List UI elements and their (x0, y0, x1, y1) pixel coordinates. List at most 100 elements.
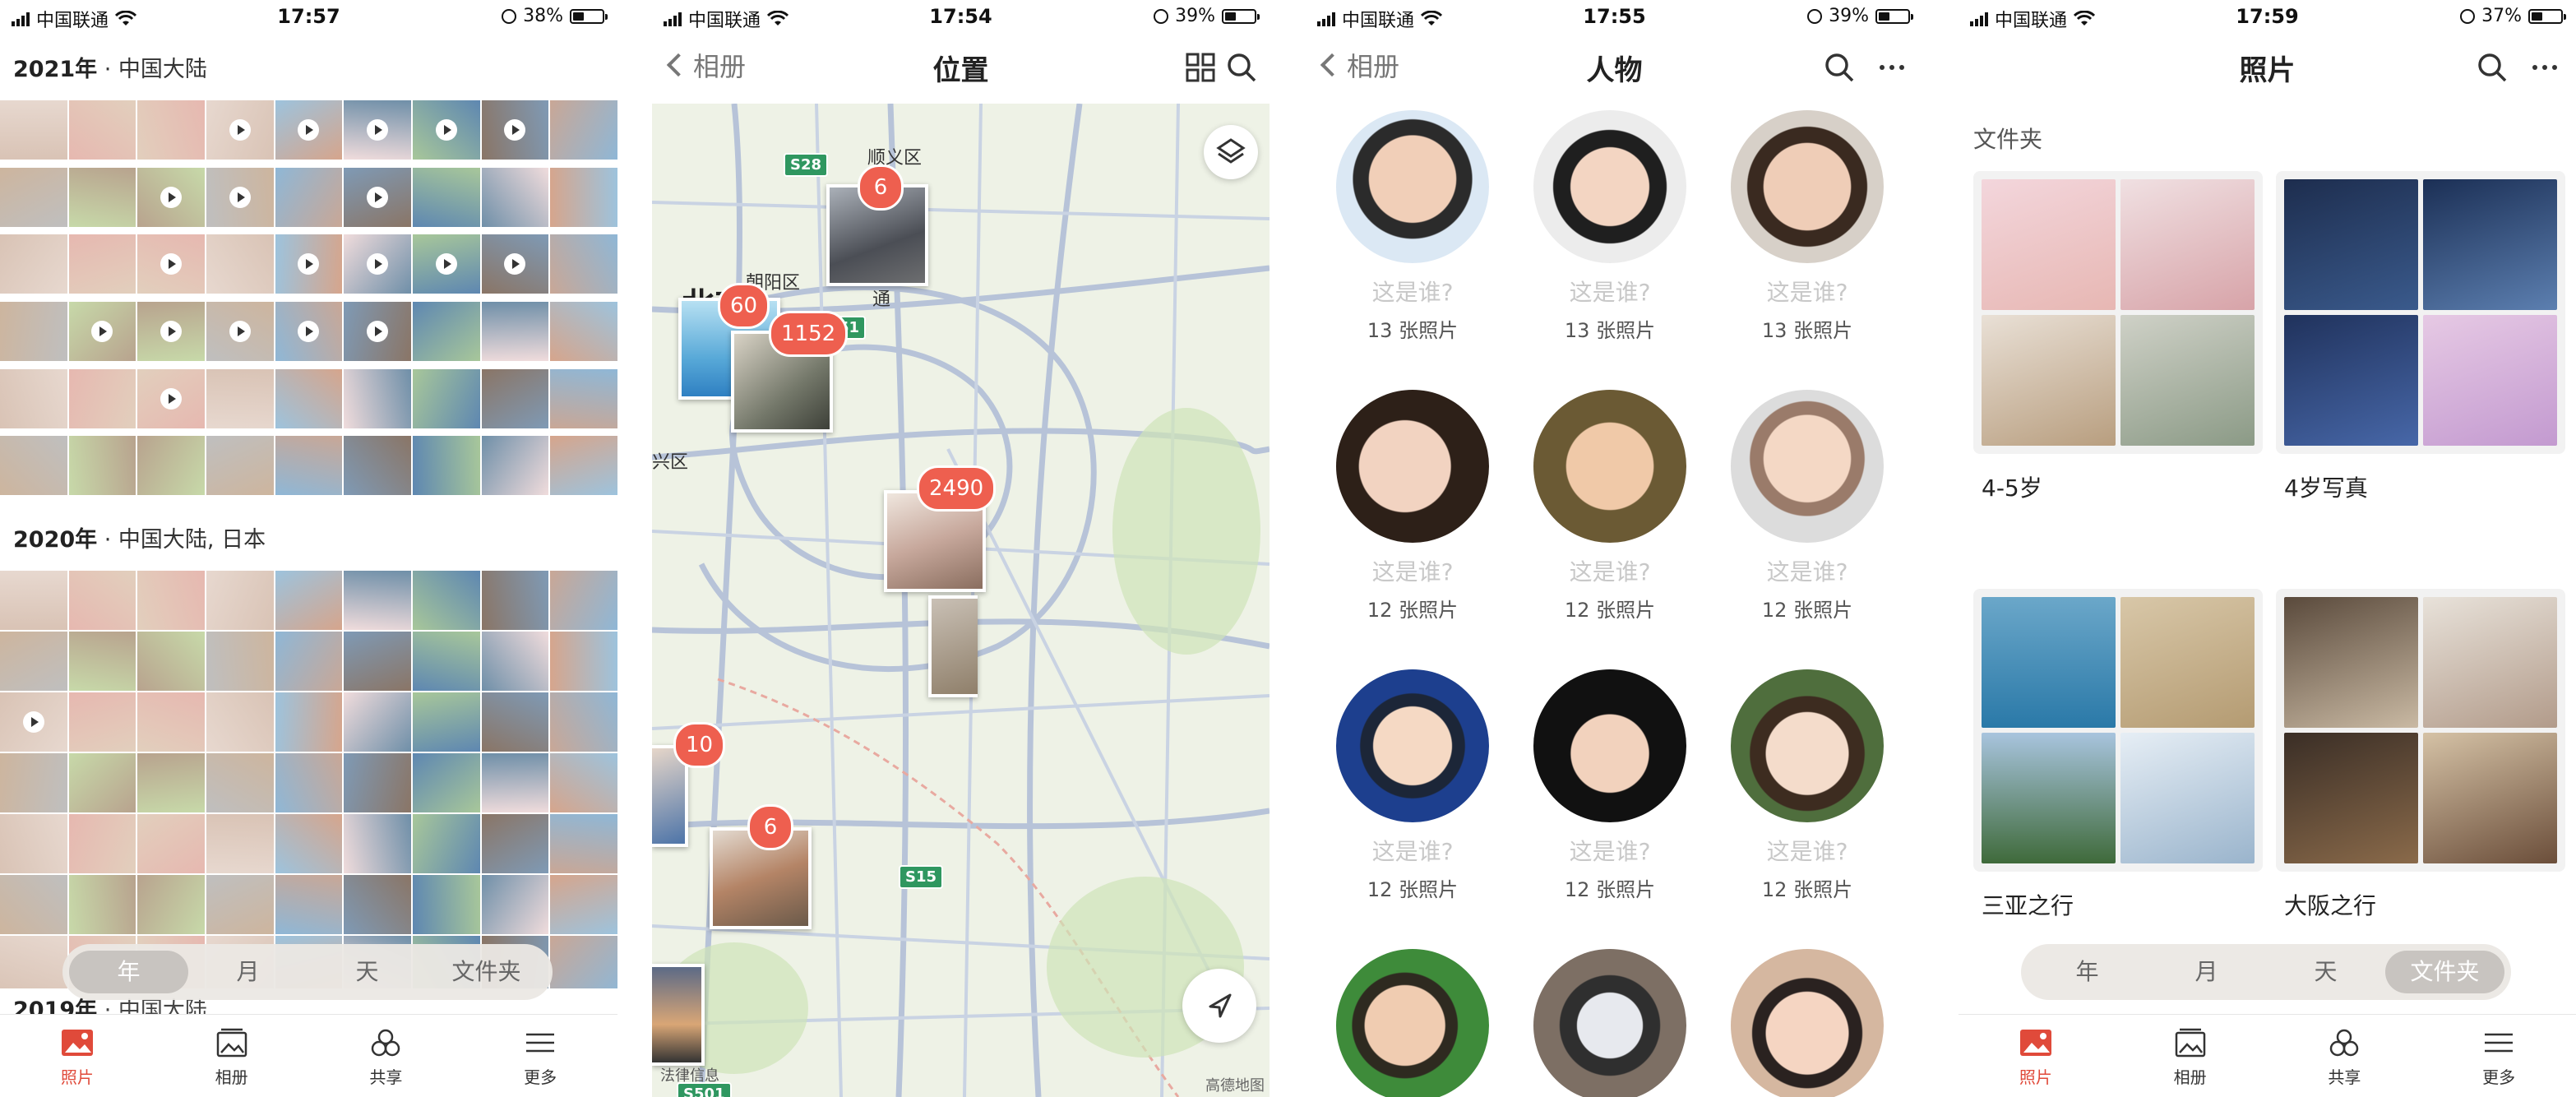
photo-thumbnail[interactable] (344, 814, 411, 873)
photo-thumbnail[interactable] (344, 368, 411, 428)
more-options-icon[interactable] (1874, 49, 1910, 86)
photo-thumbnail[interactable] (0, 368, 67, 428)
segment-folder[interactable]: 文件夹 (427, 951, 546, 993)
photo-thumbnail[interactable] (137, 234, 205, 294)
photo-thumbnail[interactable] (481, 875, 549, 934)
person-card[interactable] (1528, 949, 1692, 1097)
photo-thumbnail[interactable] (344, 436, 411, 496)
photo-thumbnail[interactable] (550, 436, 617, 496)
photo-thumbnail[interactable] (68, 100, 136, 160)
photo-thumbnail[interactable] (550, 234, 617, 294)
photo-thumbnail[interactable] (412, 436, 480, 496)
photo-thumbnail[interactable] (137, 753, 205, 812)
photo-thumbnail[interactable] (0, 571, 67, 630)
person-card[interactable] (1725, 949, 1889, 1097)
photo-thumbnail[interactable] (550, 100, 617, 160)
tab-share[interactable]: 共享 (309, 1015, 464, 1097)
photo-thumbnail[interactable] (550, 753, 617, 812)
photo-thumbnail[interactable] (344, 632, 411, 691)
photo-thumbnail[interactable] (344, 234, 411, 294)
person-name-prompt[interactable]: 这是谁? (1725, 834, 1889, 867)
person-card[interactable]: 这是谁? 13 张照片 (1330, 110, 1495, 343)
photo-thumbnail[interactable] (206, 571, 274, 630)
photo-thumbnail[interactable] (0, 436, 67, 496)
photo-thumbnail[interactable] (412, 100, 480, 160)
photo-thumbnail[interactable] (206, 692, 274, 752)
photo-thumbnail[interactable] (137, 692, 205, 752)
photo-thumbnail[interactable] (412, 234, 480, 294)
photo-thumbnail[interactable] (68, 167, 136, 227)
segment-year[interactable]: 年 (2028, 951, 2147, 993)
photo-thumbnail[interactable] (0, 936, 67, 988)
grid-view-icon[interactable] (1182, 49, 1219, 86)
segment-year[interactable]: 年 (69, 951, 188, 993)
search-icon[interactable] (1223, 49, 1260, 86)
photo-thumbnail[interactable] (0, 814, 67, 873)
photo-thumbnail[interactable] (275, 301, 343, 361)
person-name-prompt[interactable]: 这是谁? (1330, 834, 1495, 867)
photo-thumbnail[interactable] (68, 875, 136, 934)
photo-thumbnail[interactable] (206, 436, 274, 496)
photo-thumbnail[interactable] (68, 632, 136, 691)
person-card[interactable]: 这是谁? 12 张照片 (1330, 669, 1495, 902)
photo-thumbnail[interactable] (481, 301, 549, 361)
photo-thumbnail[interactable] (481, 692, 549, 752)
person-name-prompt[interactable]: 这是谁? (1528, 834, 1692, 867)
person-name-prompt[interactable]: 这是谁? (1725, 275, 1889, 308)
photo-thumbnail[interactable] (137, 571, 205, 630)
photo-thumbnail[interactable] (206, 301, 274, 361)
photo-thumbnail[interactable] (481, 753, 549, 812)
person-name-prompt[interactable]: 这是谁? (1330, 554, 1495, 587)
photo-thumbnail[interactable] (68, 753, 136, 812)
photo-thumbnail[interactable] (344, 692, 411, 752)
photo-thumbnail[interactable] (68, 234, 136, 294)
photo-thumbnail[interactable] (275, 571, 343, 630)
photo-thumbnail[interactable] (68, 436, 136, 496)
photo-thumbnail[interactable] (481, 632, 549, 691)
segment-month[interactable]: 月 (188, 951, 308, 993)
photo-thumbnail[interactable] (275, 234, 343, 294)
person-card[interactable]: 这是谁? 12 张照片 (1725, 669, 1889, 902)
photo-thumbnail[interactable] (275, 814, 343, 873)
tab-more[interactable]: 更多 (463, 1015, 617, 1097)
photo-thumbnail[interactable] (68, 814, 136, 873)
photo-thumbnail[interactable] (275, 753, 343, 812)
map-legal-info[interactable]: 法律信息 (660, 1064, 719, 1085)
folder-card[interactable]: 4-5岁 (1973, 171, 2263, 503)
person-card[interactable]: 这是谁? 12 张照片 (1330, 390, 1495, 623)
photo-thumbnail[interactable] (137, 875, 205, 934)
photo-thumbnail[interactable] (481, 436, 549, 496)
photo-thumbnail[interactable] (412, 692, 480, 752)
photo-thumbnail[interactable] (481, 100, 549, 160)
tab-share[interactable]: 共享 (2268, 1015, 2422, 1097)
photo-thumbnail[interactable] (206, 875, 274, 934)
person-card[interactable]: 这是谁? 13 张照片 (1528, 110, 1692, 343)
photo-thumbnail[interactable] (68, 301, 136, 361)
photo-thumbnail[interactable] (550, 167, 617, 227)
photo-thumbnail[interactable] (412, 167, 480, 227)
photo-thumbnail[interactable] (0, 692, 67, 752)
photo-thumbnail[interactable] (344, 875, 411, 934)
folder-card[interactable]: 大阪之行 (2276, 589, 2565, 921)
photo-thumbnail[interactable] (481, 571, 549, 630)
photo-thumbnail[interactable] (412, 571, 480, 630)
person-name-prompt[interactable]: 这是谁? (1528, 554, 1692, 587)
photo-thumbnail[interactable] (137, 632, 205, 691)
photo-thumbnail[interactable] (206, 167, 274, 227)
photo-cluster[interactable] (928, 595, 978, 697)
photo-thumbnail[interactable] (275, 875, 343, 934)
photo-cluster[interactable] (652, 964, 705, 1066)
photo-thumbnail[interactable] (344, 301, 411, 361)
photo-thumbnail[interactable] (412, 632, 480, 691)
tab-photos[interactable]: 照片 (0, 1015, 155, 1097)
photo-thumbnail[interactable] (481, 167, 549, 227)
photo-thumbnail[interactable] (137, 814, 205, 873)
photo-thumbnail[interactable] (550, 692, 617, 752)
folder-card[interactable]: 三亚之行 (1973, 589, 2263, 921)
photo-thumbnail[interactable] (550, 368, 617, 428)
person-name-prompt[interactable]: 这是谁? (1725, 554, 1889, 587)
person-card[interactable]: 这是谁? 12 张照片 (1725, 390, 1889, 623)
photo-thumbnail[interactable] (206, 632, 274, 691)
person-card[interactable] (1330, 949, 1495, 1097)
photo-thumbnail[interactable] (206, 234, 274, 294)
